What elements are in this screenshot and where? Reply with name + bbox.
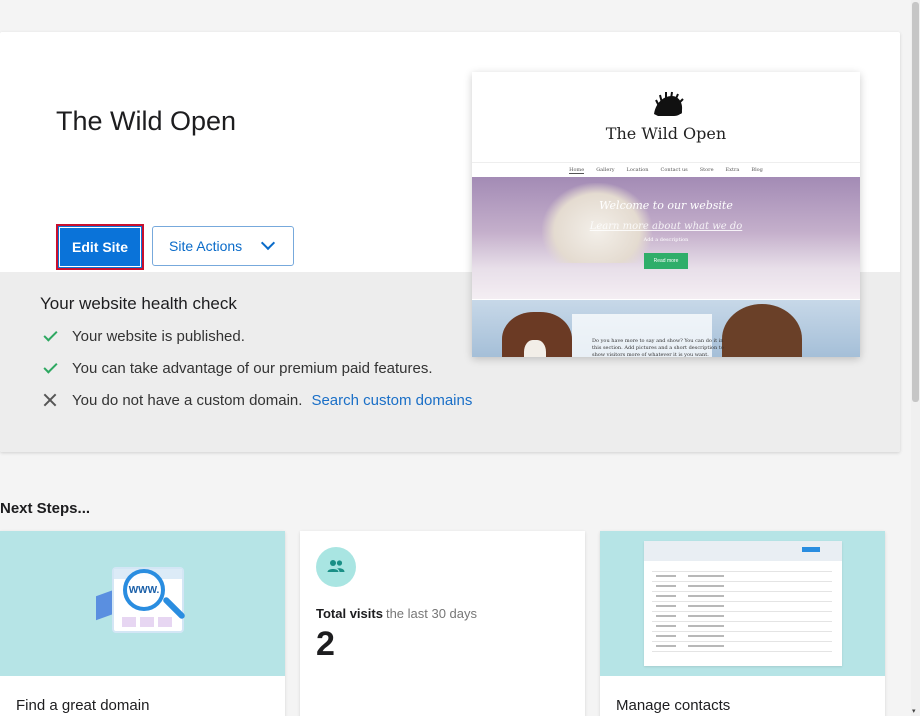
health-item-published: Your website is published.	[40, 326, 245, 346]
site-preview[interactable]: The Wild Open Home Gallery Location Cont…	[472, 72, 860, 357]
preview-nav-item: Gallery	[596, 167, 615, 173]
total-visits-title: Total visits	[316, 606, 383, 621]
preview-nav: Home Gallery Location Contact us Store E…	[472, 162, 860, 174]
search-custom-domains-link[interactable]: Search custom domains	[311, 392, 472, 409]
find-domain-tile[interactable]: WWW. Find a great domain	[0, 531, 285, 716]
preview-nav-item: Contact us	[660, 167, 688, 173]
preview-hero-sub: Add a description	[643, 237, 689, 243]
site-title: The Wild Open	[56, 106, 237, 136]
hedgehog-logo-icon	[654, 91, 684, 116]
site-card: The Wild Open Edit Site Site Actions You…	[0, 32, 900, 452]
preview-hero-title: Welcome to our website	[599, 199, 733, 212]
next-steps-heading: Next Steps...	[0, 500, 91, 517]
scrollbar-thumb[interactable]	[912, 2, 919, 402]
health-item-domain: You do not have a custom domain. Search …	[40, 390, 472, 410]
page-scrollbar[interactable]: ▾	[911, 0, 920, 716]
preview-horse-section: Do you have more to say and show? You ca…	[472, 300, 860, 357]
domain-banner: WWW.	[0, 531, 285, 676]
www-badge: WWW.	[128, 584, 160, 596]
horse-image	[502, 312, 572, 357]
preview-site-name: The Wild Open	[605, 124, 727, 143]
site-actions-label: Site Actions	[169, 238, 243, 254]
preview-nav-item: Home	[569, 167, 585, 174]
preview-nav-item: Extra	[725, 167, 740, 173]
preview-read-more-button: Read more	[644, 253, 688, 269]
contacts-table-illustration	[644, 541, 842, 666]
preview-hero-link: Learn more about what we do	[589, 221, 743, 232]
check-icon	[40, 358, 60, 378]
horse-image	[722, 304, 802, 357]
contacts-banner	[600, 531, 885, 676]
find-domain-label: Find a great domain	[16, 697, 150, 714]
people-icon	[316, 547, 356, 587]
health-check-heading: Your website health check	[40, 294, 237, 313]
cross-icon	[40, 390, 60, 410]
manage-contacts-label: Manage contacts	[616, 697, 731, 714]
health-item-premium: You can take advantage of our premium pa…	[40, 358, 433, 378]
health-item-text: You can take advantage of our premium pa…	[72, 359, 433, 377]
total-visits-tile[interactable]: Total visits the last 30 days 2	[300, 531, 585, 716]
site-actions-button[interactable]: Site Actions	[152, 226, 294, 266]
preview-nav-item: Blog	[751, 167, 763, 173]
preview-hero: Welcome to our website Learn more about …	[472, 177, 860, 299]
check-icon	[40, 326, 60, 346]
visits-count: 2	[316, 625, 335, 663]
health-item-text: You do not have a custom domain.	[72, 391, 303, 409]
visits-period: the last 30 days	[385, 606, 478, 621]
preview-nav-item: Store	[699, 167, 714, 173]
chevron-down-icon	[260, 235, 276, 251]
manage-contacts-tile[interactable]: Manage contacts	[600, 531, 885, 716]
total-visits-label: Total visits the last 30 days	[316, 606, 477, 621]
magnifier-icon: WWW.	[123, 569, 165, 611]
health-item-text: Your website is published.	[72, 327, 245, 345]
preview-nav-item: Location	[626, 167, 649, 173]
edit-site-button[interactable]: Edit Site	[56, 224, 144, 270]
preview-section-text: Do you have more to say and show? You ca…	[592, 338, 724, 357]
scroll-down-arrow-icon[interactable]: ▾	[912, 708, 919, 715]
